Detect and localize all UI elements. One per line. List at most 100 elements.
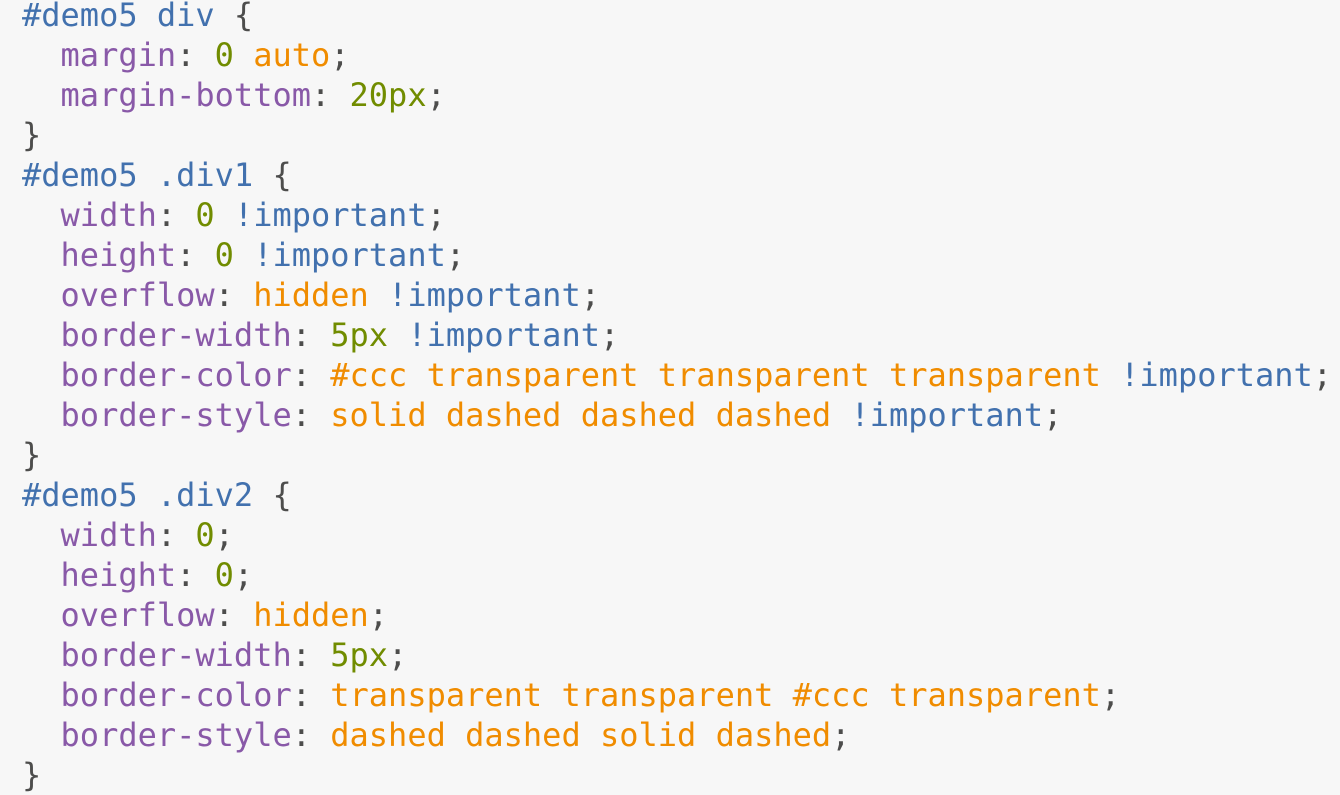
code-token-num: 5px: [330, 316, 389, 354]
code-token-punc: [22, 396, 61, 434]
code-token-punc: [22, 676, 61, 714]
code-token-punc: [22, 76, 61, 114]
code-line: }: [22, 755, 1332, 795]
code-token-punc: ;: [599, 316, 620, 354]
code-token-punc: [22, 596, 61, 634]
code-token-punc: :: [291, 716, 331, 754]
code-token-kw: solid dashed dashed dashed: [330, 396, 832, 434]
code-token-punc: ;: [368, 596, 389, 634]
code-token-num: 0: [195, 196, 215, 234]
code-token-punc: :: [176, 236, 215, 274]
code-line: border-width: 5px !important;: [22, 315, 1332, 355]
code-token-kw: transparent transparent #ccc transparent: [330, 676, 1101, 714]
code-token-prop: margin-bottom: [60, 76, 311, 114]
code-token-punc: :: [176, 556, 215, 594]
code-token-punc: ;: [233, 556, 254, 594]
code-token-kw: #ccc transparent transparent transparent: [330, 356, 1101, 394]
code-token-punc: }: [22, 756, 42, 794]
code-line: border-color: transparent transparent #c…: [22, 675, 1332, 715]
code-token-punc: :: [156, 516, 196, 554]
code-line: border-style: solid dashed dashed dashed…: [22, 395, 1332, 435]
code-token-punc: ;: [214, 516, 234, 554]
code-token-punc: [831, 396, 850, 434]
code-token-punc: ;: [426, 196, 446, 234]
code-token-punc: :: [176, 36, 215, 74]
code-token-punc: :: [291, 316, 331, 354]
code-token-punc: ;: [445, 236, 466, 274]
code-token-num: 0: [214, 236, 234, 274]
code-token-prop: margin: [60, 36, 177, 74]
code-token-num: 0: [214, 556, 234, 594]
code-token-punc: [22, 556, 61, 594]
code-token-kw: hidden: [253, 596, 369, 634]
code-line: overflow: hidden;: [22, 595, 1332, 635]
code-token-prop: height: [60, 236, 177, 274]
code-line: height: 0 !important;: [22, 235, 1332, 275]
code-token-punc: {: [253, 156, 292, 194]
code-token-prop: overflow: [60, 276, 215, 314]
code-token-punc: [1101, 356, 1120, 394]
code-token-punc: :: [291, 356, 331, 394]
code-token-num: 0: [195, 516, 215, 554]
code-token-punc: :: [291, 676, 331, 714]
code-token-prop: width: [60, 516, 157, 554]
code-token-prop: width: [60, 196, 157, 234]
code-block: #demo5 div { margin: 0 auto; margin-bott…: [22, 0, 1332, 795]
code-token-punc: {: [253, 476, 292, 514]
code-line: #demo5 div {: [22, 0, 1332, 35]
code-token-punc: [22, 276, 61, 314]
code-token-imp: !important: [850, 396, 1044, 434]
code-token-prop: overflow: [60, 596, 215, 634]
code-token-num: 0: [214, 36, 234, 74]
code-token-punc: [215, 196, 234, 234]
code-token-punc: ;: [330, 36, 350, 74]
code-token-punc: :: [310, 76, 350, 114]
code-token-punc: }: [22, 436, 42, 474]
code-token-punc: :: [291, 396, 331, 434]
code-token-prop: height: [60, 556, 177, 594]
code-token-prop: border-color: [60, 356, 292, 394]
code-token-prop: border-color: [60, 676, 292, 714]
code-token-punc: }: [22, 116, 42, 154]
code-line: border-color: #ccc transparent transpare…: [22, 355, 1333, 395]
code-token-punc: ;: [426, 76, 446, 114]
code-token-punc: [234, 36, 253, 74]
code-line: height: 0;: [22, 555, 1332, 595]
code-token-sel: #demo5 div: [22, 0, 215, 34]
code-token-imp: !important: [407, 316, 600, 354]
code-line: #demo5 .div1 {: [22, 155, 1332, 195]
code-token-kw: dashed dashed solid dashed: [330, 716, 832, 754]
code-line: width: 0 !important;: [22, 195, 1332, 235]
code-token-imp: !important: [233, 196, 427, 234]
code-line: margin-bottom: 20px;: [22, 75, 1332, 115]
code-line: width: 0;: [22, 515, 1332, 555]
code-token-punc: [22, 316, 61, 354]
code-token-sel: #demo5 .div2: [22, 476, 254, 514]
code-token-punc: [388, 316, 407, 354]
code-token-prop: border-style: [60, 716, 292, 754]
code-token-punc: ;: [1100, 676, 1121, 714]
code-token-punc: [22, 196, 61, 234]
code-line: overflow: hidden !important;: [22, 275, 1332, 315]
code-line: }: [22, 435, 1332, 475]
code-token-punc: [22, 636, 61, 674]
code-token-punc: :: [214, 276, 254, 314]
code-token-punc: ;: [1043, 396, 1063, 434]
code-token-punc: [22, 36, 61, 74]
code-token-num: 5px: [330, 636, 389, 674]
code-token-punc: {: [214, 0, 254, 34]
code-line: #demo5 .div2 {: [22, 475, 1332, 515]
code-token-imp: !important: [253, 236, 446, 274]
code-line: border-style: dashed dashed solid dashed…: [22, 715, 1332, 755]
code-token-kw: hidden: [253, 276, 369, 314]
code-token-punc: ;: [1312, 356, 1333, 394]
code-token-prop: border-style: [60, 396, 292, 434]
code-token-punc: [369, 276, 388, 314]
code-token-punc: ;: [388, 636, 408, 674]
code-token-kw: auto: [253, 36, 331, 74]
code-line: margin: 0 auto;: [22, 35, 1332, 75]
code-line: }: [22, 115, 1332, 155]
code-token-num: 20px: [349, 76, 427, 114]
code-token-imp: !important: [388, 276, 581, 314]
code-token-punc: ;: [580, 276, 600, 314]
